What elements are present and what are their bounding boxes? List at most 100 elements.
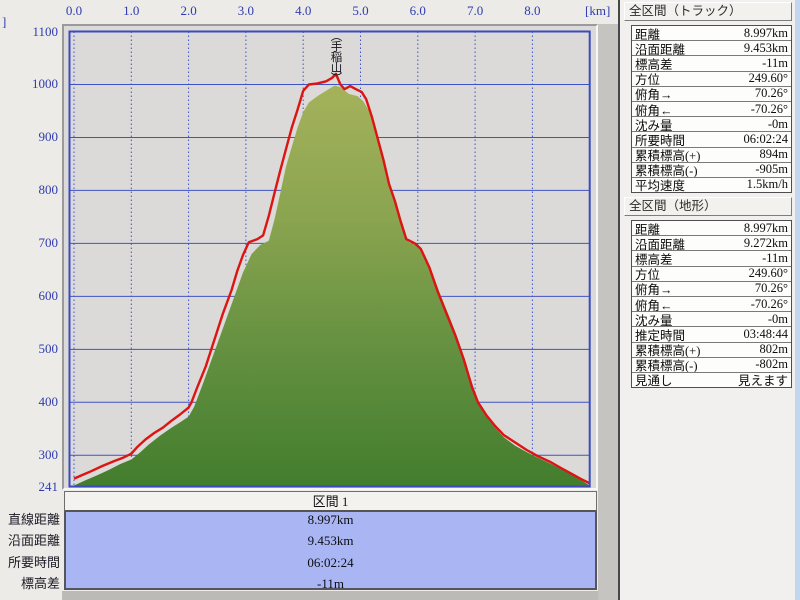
stats-value: 802m xyxy=(759,342,788,357)
stats-row: 累積標高(-) -905m xyxy=(632,163,791,178)
segment-value: 9.453km xyxy=(307,533,354,549)
stats-label: 距離 xyxy=(635,222,661,237)
y-tick-label: 800 xyxy=(38,182,59,198)
stats-value: 8.997km xyxy=(743,26,788,40)
stats-value: -0m xyxy=(767,312,788,326)
y-tick-label: 700 xyxy=(38,235,59,251)
peak-label: （手稲山） xyxy=(329,30,342,83)
stats-row: 俯角← -70.26° xyxy=(632,101,791,118)
stats-value: 249.60° xyxy=(748,71,788,86)
stats-row: 距離 8.997km xyxy=(632,221,791,237)
stats-value: -802m xyxy=(755,357,788,372)
stats-row: 方位 249.60° xyxy=(632,267,791,282)
x-tick-label: 1.0 xyxy=(123,3,140,18)
stats-row: 俯角→ 70.26° xyxy=(632,87,791,102)
stats-label: 俯角← xyxy=(635,298,673,313)
stats-value: 見えます xyxy=(737,374,788,388)
stats-row: 累積標高(-) -802m xyxy=(632,358,791,373)
stats-value: 9.453km xyxy=(743,41,788,55)
info-pane: 全区間（トラック） 距離 8.997km 沿面距離 9.453km 標高差 -11m 方位 24… xyxy=(618,0,800,600)
x-tick-label: 7.0 xyxy=(466,3,484,18)
stats-row: 推定時間 03:48:44 xyxy=(632,327,791,343)
segment-value: -11m xyxy=(317,575,344,591)
terrain-area xyxy=(69,85,590,487)
stats-label: 方位 xyxy=(635,73,661,87)
stats-value: -0m xyxy=(767,117,788,131)
stats-value: 70.26° xyxy=(754,281,788,296)
stats-row: 沈み量 -0m xyxy=(632,312,791,328)
segment-row-label: 沿面距離 xyxy=(7,533,60,549)
stats-row: 見通し 見えます xyxy=(632,373,791,387)
stats-row: 方位 249.60° xyxy=(632,72,791,87)
panel-header: 全区間（トラック） xyxy=(624,2,792,21)
panel-header: 全区間（地形） xyxy=(624,197,792,216)
y-tick-label: 1100 xyxy=(32,23,58,39)
x-tick-label: 5.0 xyxy=(352,3,369,18)
y-tick-label: 600 xyxy=(38,288,59,304)
stats-table: 距離 8.997km 沿面距離 9.272km 標高差 -11m 方位 249.60° 俯角→ 7… xyxy=(631,220,792,388)
stats-label: 距離 xyxy=(635,27,661,42)
stats-label: 俯角→ xyxy=(635,88,673,102)
stats-row: 俯角→ 70.26° xyxy=(632,282,791,297)
stats-label: 標高差 xyxy=(635,252,673,267)
stats-table: 距離 8.997km 沿面距離 9.453km 標高差 -11m 方位 249.60° 俯角→ 7… xyxy=(631,25,792,193)
stats-label: 累積標高(-) xyxy=(635,164,698,178)
y-tick-label: 1000 xyxy=(32,76,58,92)
stats-row: 所要時間 06:02:24 xyxy=(632,132,791,148)
stats-row: 標高差 -11m xyxy=(632,56,791,72)
stats-value: 03:48:44 xyxy=(743,327,788,341)
stats-value: 8.997km xyxy=(743,221,788,235)
x-tick-label: 6.0 xyxy=(409,3,426,18)
stats-label: 俯角→ xyxy=(635,283,673,297)
stats-value: 06:02:24 xyxy=(743,132,788,146)
stats-value: 1.5km/h xyxy=(746,177,788,192)
stats-label: 推定時間 xyxy=(635,328,686,343)
stats-label: 沈み量 xyxy=(635,313,673,328)
x-tick-label: 8.0 xyxy=(524,3,541,18)
stats-label: 標高差 xyxy=(635,57,673,72)
stats-value: 894m xyxy=(759,147,788,162)
y-axis-unit-fragment: ] xyxy=(2,14,7,29)
y-tick-label: 400 xyxy=(38,394,59,410)
stats-label: 沿面距離 xyxy=(635,42,686,57)
stats-label: 累積標高(+) xyxy=(635,149,701,163)
segment-value: 8.997km xyxy=(307,512,354,527)
segment-values-box[interactable]: 8.997km 9.453km 06:02:24 -11m xyxy=(64,512,597,591)
stats-label: 見通し xyxy=(635,374,673,388)
stats-label: 所要時間 xyxy=(635,133,686,148)
stats-value: 70.26° xyxy=(754,86,788,101)
stats-value: -11m xyxy=(762,251,788,265)
stats-label: 沿面距離 xyxy=(635,237,686,252)
segment-row-label: 標高差 xyxy=(20,575,60,591)
x-tick-label: 0.0 xyxy=(65,3,83,18)
stats-label: 方位 xyxy=(635,268,661,282)
stats-value: 9.272km xyxy=(743,236,788,250)
y-tick-label: 500 xyxy=(38,341,59,357)
stats-label: 累積標高(-) xyxy=(635,359,698,373)
stats-value: -70.26° xyxy=(750,101,788,116)
pane-gap-strip xyxy=(598,24,618,600)
stats-label: 沈み量 xyxy=(635,118,673,133)
stats-row: 俯角← -70.26° xyxy=(632,296,791,313)
elevation-plot-frame xyxy=(62,24,598,490)
segment-value: 06:02:24 xyxy=(307,554,354,570)
stats-row: 沈み量 -0m xyxy=(632,117,791,133)
x-tick-label: 4.0 xyxy=(295,3,312,18)
stats-value: 249.60° xyxy=(748,266,788,281)
stats-value: -70.26° xyxy=(750,296,788,311)
y-tick-label: 900 xyxy=(38,129,59,145)
stats-row: 沿面距離 9.272km xyxy=(632,236,791,252)
stats-row: 距離 8.997km xyxy=(632,26,791,42)
stats-label: 累積標高(+) xyxy=(635,344,701,358)
stats-label: 俯角← xyxy=(635,103,673,118)
stats-value: -905m xyxy=(755,162,788,177)
stats-row: 標高差 -11m xyxy=(632,251,791,267)
y-tick-label: 300 xyxy=(38,447,59,463)
stats-row: 平均速度 1.5km/h xyxy=(632,178,791,192)
stats-row: 累積標高(+) 894m xyxy=(632,148,791,163)
stats-row: 沿面距離 9.453km xyxy=(632,41,791,57)
x-axis-unit: [km] xyxy=(585,3,611,18)
elevation-plot[interactable] xyxy=(68,30,596,490)
x-tick-label: 3.0 xyxy=(237,3,255,18)
elevation-graph-pane: ] 0.0 1.0 2.0 3.0 4.0 5.0 6.0 7.0 8.0 [km] 1100 10… xyxy=(0,0,618,600)
